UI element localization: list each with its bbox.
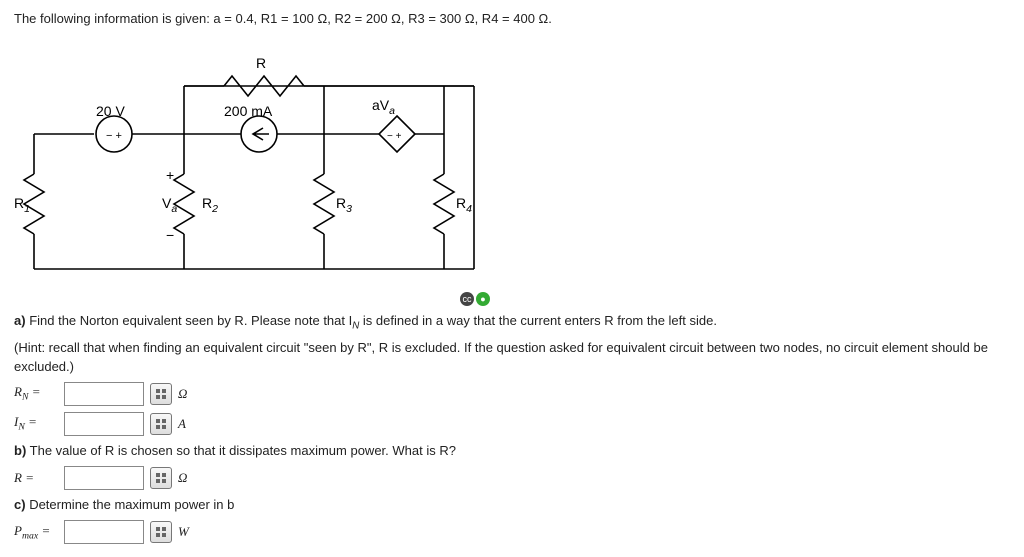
pmax-unit: W: [178, 523, 189, 541]
license-badge: cc●: [460, 292, 490, 306]
r-label: R =: [14, 469, 58, 487]
pmax-input[interactable]: [64, 520, 144, 544]
svg-text:− +: − +: [106, 130, 122, 142]
keypad-icon: [156, 419, 166, 429]
r4-label: R4: [456, 194, 472, 216]
va-minus: −: [166, 226, 174, 246]
part-a: a) Find the Norton equivalent seen by R.…: [14, 312, 1010, 333]
in-calc-button[interactable]: [150, 413, 172, 435]
pmax-label: Pmax =: [14, 522, 58, 543]
part-a-label: a): [14, 313, 26, 328]
in-input[interactable]: [64, 412, 144, 436]
r3-label: R3: [336, 194, 352, 216]
keypad-icon: [156, 389, 166, 399]
keypad-icon: [156, 473, 166, 483]
va-plus: +: [166, 166, 174, 186]
r-unit: Ω: [178, 469, 187, 487]
rn-unit: Ω: [178, 385, 187, 403]
resistor-R-label: R: [256, 54, 266, 74]
r2-label: R2: [202, 194, 218, 216]
pmax-calc-button[interactable]: [150, 521, 172, 543]
rn-label: RN =: [14, 383, 58, 404]
part-c: c) Determine the maximum power in b: [14, 496, 1010, 514]
va-label: Va: [162, 194, 177, 216]
dep-source-label: aVa: [372, 96, 395, 118]
in-unit: A: [178, 415, 186, 433]
problem-given: The following information is given: a = …: [14, 10, 1010, 28]
rn-calc-button[interactable]: [150, 383, 172, 405]
in-label: IN =: [14, 413, 58, 434]
answer-pmax-row: Pmax = W: [14, 520, 1010, 544]
keypad-icon: [156, 527, 166, 537]
part-a-hint: (Hint: recall that when finding an equiv…: [14, 339, 1010, 375]
answer-r-row: R = Ω: [14, 466, 1010, 490]
r1-label: R1: [14, 194, 30, 216]
part-c-label: c): [14, 497, 26, 512]
svg-text:− +: − +: [387, 131, 402, 142]
part-b-label: b): [14, 443, 26, 458]
current-source-label: 200 mA: [224, 102, 272, 122]
r-input[interactable]: [64, 466, 144, 490]
answer-rn-row: RN = Ω: [14, 382, 1010, 406]
r-calc-button[interactable]: [150, 467, 172, 489]
voltage-source-label: 20 V: [96, 102, 125, 122]
circuit-diagram: − + − +: [14, 34, 494, 304]
part-b: b) The value of R is chosen so that it d…: [14, 442, 1010, 460]
answer-in-row: IN = A: [14, 412, 1010, 436]
rn-input[interactable]: [64, 382, 144, 406]
